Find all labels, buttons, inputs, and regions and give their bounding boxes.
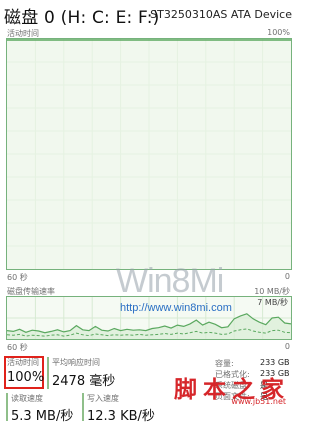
write-speed-value: 12.3 KB/秒 [87, 409, 155, 423]
read-speed-label: 读取速度 [11, 394, 43, 403]
disk-model: ST3250310AS ATA Device [150, 8, 292, 21]
write-speed-label: 写入速度 [87, 394, 119, 403]
activity-chart [6, 38, 292, 270]
active-time-value: 100% [7, 370, 45, 385]
capacity-label: 容量: [215, 359, 234, 368]
activity-chart-svg [7, 39, 291, 269]
active-time-label: 活动时间 [7, 358, 39, 367]
stat-separator [6, 393, 8, 421]
response-time-label: 平均响应时间 [52, 358, 100, 367]
disk-title: 磁盘 0 (H: C: E: F:) [4, 8, 160, 28]
activity-chart-time-label: 60 秒 [7, 273, 28, 282]
watermark-url: http://www.win8mi.com [120, 302, 232, 314]
activity-chart-min-label: 0 [284, 272, 290, 281]
transfer-chart-min-label: 0 [284, 342, 290, 351]
activity-area [7, 39, 291, 269]
capacity-value: 233 GB [260, 358, 290, 367]
response-time-value: 2478 毫秒 [52, 374, 116, 389]
read-speed-value: 5.3 MB/秒 [11, 409, 74, 423]
stat-separator [82, 393, 84, 421]
transfer-chart-time-label: 60 秒 [7, 343, 28, 352]
stat-separator [47, 357, 49, 389]
transfer-chart-secondary-label: 7 MB/秒 [257, 298, 288, 307]
watermark-site-url: www.jb51.net [231, 397, 286, 406]
activity-chart-max-label: 100% [267, 28, 290, 37]
watermark-logo: Win8Mi [116, 262, 224, 300]
